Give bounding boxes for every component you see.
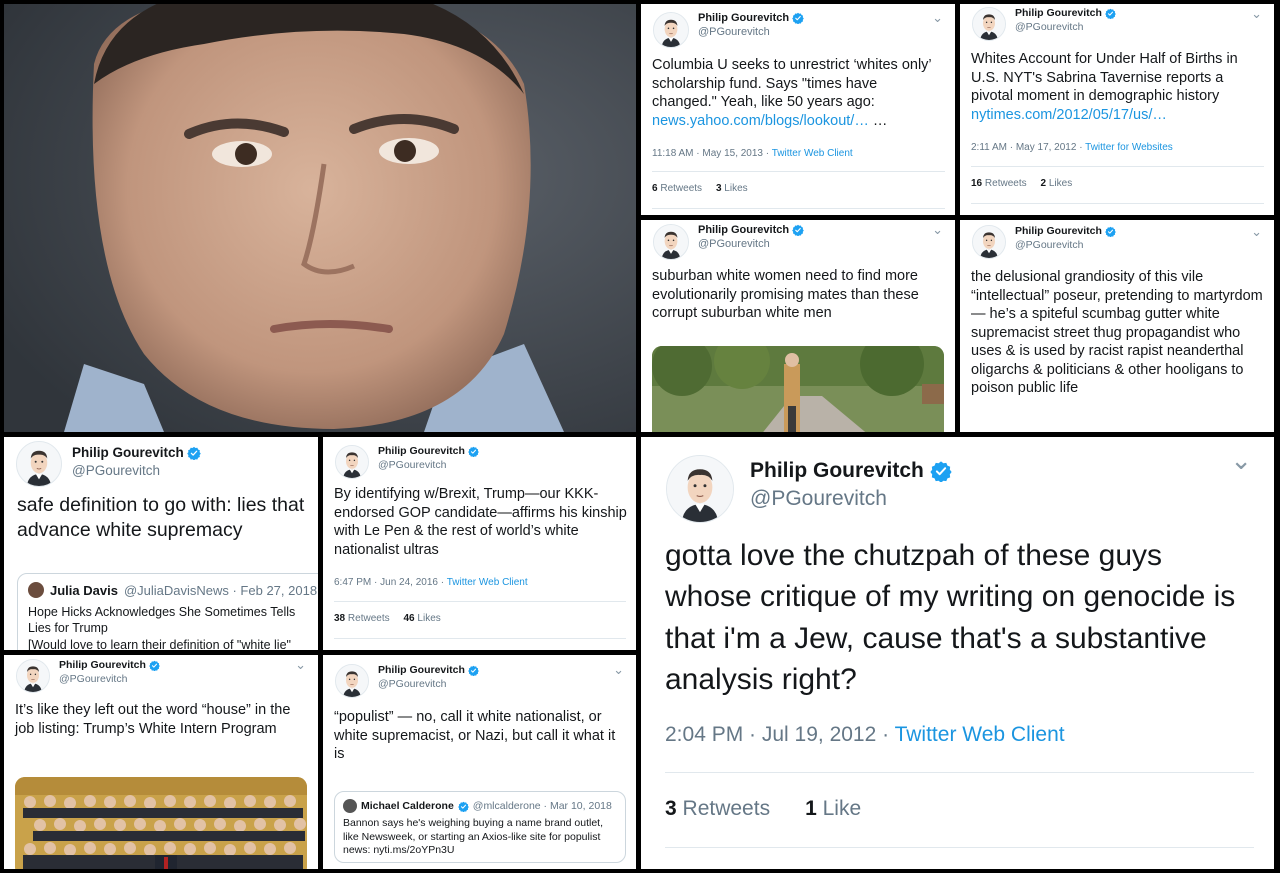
chevron-down-icon[interactable]: ⌄ [932,10,943,26]
verified-badge-icon [792,12,804,24]
quoted-author-avatar[interactable] [343,799,357,813]
tweet-text: “populist” — no, call it white nationali… [334,709,616,763]
author-avatar[interactable] [653,224,689,260]
author-handle[interactable]: @PGourevitch [698,26,804,38]
tweet-text: suburban white women need to find more e… [652,268,919,322]
tweet-suburban[interactable]: Philip Gourevitch @PGourevitch ⌄ suburba… [641,220,955,432]
author-name[interactable]: Philip Gourevitch [59,659,146,671]
intern-group-photo [15,777,307,869]
author-name[interactable]: Philip Gourevitch [698,224,789,236]
tweet-source[interactable]: Twitter Web Client [895,723,1065,746]
portrait-photo [4,4,636,432]
verified-badge-icon [1105,226,1116,237]
quoted-tweet[interactable]: Michael Calderone @mlcalderone · Mar 10,… [334,791,626,863]
author-name[interactable]: Philip Gourevitch [378,445,465,457]
tweet-source[interactable]: Twitter Web Client [772,148,853,159]
tweet-stats: 16 Retweets 2 Likes [971,178,1073,189]
quoted-tweet-text: Bannon says he's weighing buying a name … [343,817,604,857]
author-avatar[interactable] [653,12,689,48]
tweet-intern[interactable]: Philip Gourevitch @PGourevitch ⌄ It’s li… [4,655,318,869]
author-handle[interactable]: @PGourevitch [59,673,160,685]
tweet-source[interactable]: Twitter Web Client [447,577,528,588]
chevron-down-icon[interactable]: ⌄ [295,657,306,673]
verified-badge-icon [149,660,160,671]
quoted-author-name[interactable]: Julia Davis [50,583,118,598]
tweet-text: safe definition to go with: lies that ad… [17,494,305,542]
verified-badge-icon [458,801,469,812]
tweet-text: the delusional grandiosity of this vile … [971,269,1263,397]
tweet-media-image[interactable] [652,346,944,432]
tweet-grandiosity[interactable]: Philip Gourevitch @PGourevitch ⌄ the del… [960,220,1274,432]
quoted-tweet[interactable]: Julia Davis @JuliaDavisNews · Feb 27, 20… [17,573,318,650]
verified-badge-icon [468,446,479,457]
author-handle[interactable]: @PGourevitch [72,463,201,478]
author-name[interactable]: Philip Gourevitch [378,664,465,676]
author-name[interactable]: Philip Gourevitch [1015,225,1102,237]
tweet-brexit[interactable]: Philip Gourevitch @PGourevitch By identi… [323,437,636,650]
tweet-text: Whites Account for Under Half of Births … [971,51,1238,123]
author-name[interactable]: Philip Gourevitch [698,12,789,24]
author-avatar[interactable] [972,7,1006,41]
quoted-author-avatar[interactable] [28,582,44,598]
quoted-author-handle: @JuliaDavisNews · Feb 27, 2018 [123,582,318,598]
chevron-down-icon[interactable]: ⌄ [932,222,943,238]
author-avatar[interactable] [335,445,369,479]
quoted-author-handle: @mlcalderone · Mar 10, 2018 [472,800,612,812]
verified-badge-icon [930,460,952,482]
verified-badge-icon [187,446,201,460]
author-avatar[interactable] [666,455,734,523]
author-avatar[interactable] [335,664,369,698]
tweet-text: By identifying w/Brexit, Trump—our KKK-e… [334,486,627,558]
verified-badge-icon [468,665,479,676]
author-name[interactable]: Philip Gourevitch [1015,7,1102,19]
tweet-chutzpah[interactable]: Philip Gourevitch @PGourevitch ⌄ gotta l… [641,437,1274,869]
author-avatar[interactable] [16,441,62,487]
tweet-link[interactable]: nytimes.com/2012/05/17/us/… [971,107,1167,123]
verified-badge-icon [1105,8,1116,19]
author-handle[interactable]: @PGourevitch [698,238,804,250]
tweet-columbia-scholarship[interactable]: Philip Gourevitch @PGourevitch ⌄ Columbi… [641,4,955,215]
chevron-down-icon[interactable]: ⌄ [1251,224,1262,240]
tweet-stats: 3 Retweets 1 Like [665,797,862,820]
tweet-timestamp: 2:11 AM · May 17, 2012 · Twitter for Web… [971,142,1173,153]
chevron-down-icon[interactable]: ⌄ [1251,6,1262,22]
tweet-text: gotta love the chutzpah of these guys wh… [665,539,1236,697]
author-handle[interactable]: @PGourevitch [1015,239,1116,251]
author-handle[interactable]: @PGourevitch [378,678,479,690]
author-name[interactable]: Philip Gourevitch [72,445,184,460]
tweet-timestamp: 6:47 PM · Jun 24, 2016 · Twitter Web Cli… [334,577,528,588]
tweet-text: It’s like they left out the word “house”… [15,702,291,737]
tweet-timestamp: 2:04 PM · Jul 19, 2012 · Twitter Web Cli… [665,723,1065,746]
tweet-link[interactable]: news.yahoo.com/blogs/lookout/… [652,113,869,129]
tweet-stats: 6 Retweets 3 Likes [652,183,748,194]
chevron-down-icon[interactable]: ⌄ [1230,445,1252,476]
tweet-safe-definition[interactable]: Philip Gourevitch @PGourevitch safe defi… [4,437,318,650]
tweet-source[interactable]: Twitter for Websites [1085,142,1173,153]
verified-badge-icon [792,224,804,236]
author-avatar[interactable] [972,225,1006,259]
author-handle[interactable]: @PGourevitch [750,487,952,511]
quoted-author-name[interactable]: Michael Calderone [361,800,454,812]
tweet-timestamp: 11:18 AM · May 15, 2013 · Twitter Web Cl… [652,148,853,159]
suburban-street-photo [652,346,944,432]
portrait-image [4,4,636,432]
chevron-down-icon[interactable]: ⌄ [613,662,624,678]
author-handle[interactable]: @PGourevitch [1015,21,1116,33]
tweet-text: Columbia U seeks to unrestrict ‘whites o… [652,57,932,129]
tweet-media-image[interactable] [15,777,307,869]
author-avatar[interactable] [16,659,50,693]
author-name[interactable]: Philip Gourevitch [750,459,924,483]
tweet-populist[interactable]: Philip Gourevitch @PGourevitch ⌄ “populi… [323,655,636,869]
quoted-tweet-text: Hope Hicks Acknowledges She Sometimes Te… [28,605,296,650]
tweet-births[interactable]: Philip Gourevitch @PGourevitch ⌄ Whites … [960,4,1274,215]
tweet-stats: 38 Retweets 46 Likes [334,613,441,624]
author-handle[interactable]: @PGourevitch [378,459,479,471]
